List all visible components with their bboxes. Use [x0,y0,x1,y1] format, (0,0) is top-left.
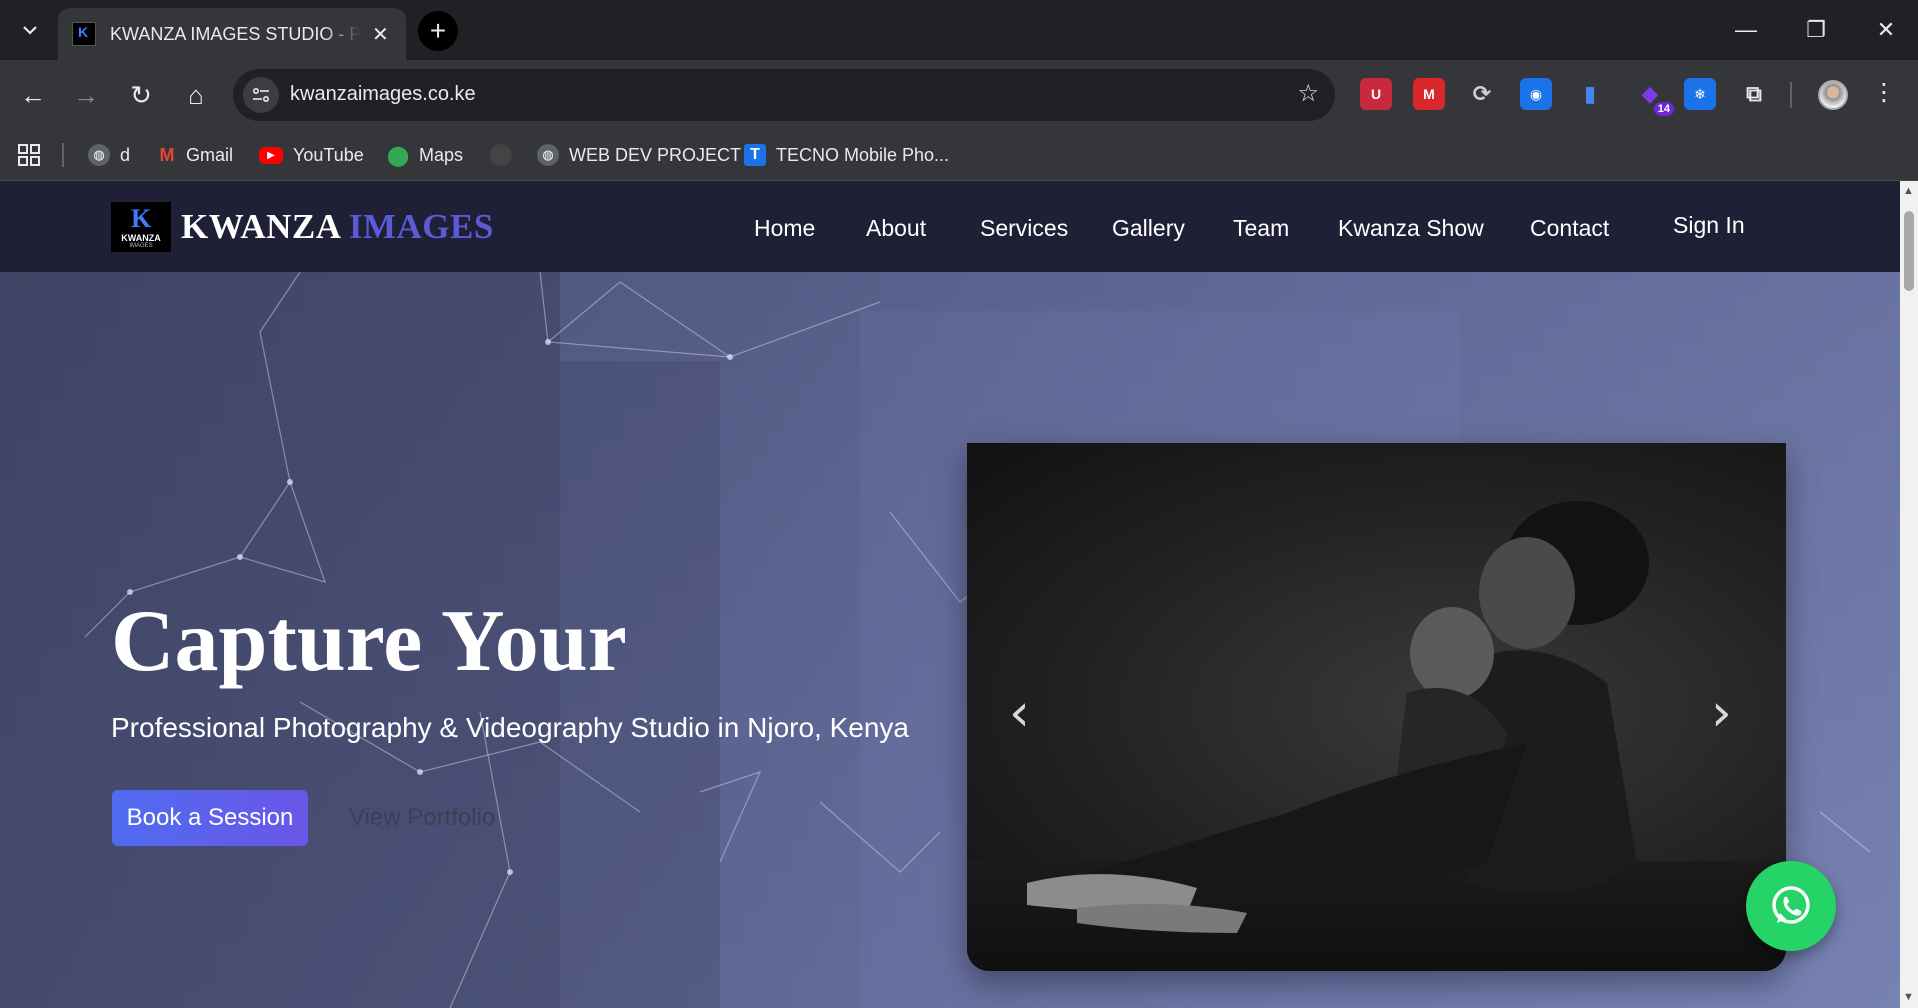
tab-active[interactable]: KWANZA IMAGES STUDIO - Pre ✕ [58,8,406,60]
brand-name[interactable]: KWANZA IMAGES [181,207,494,247]
bookmark-youtube[interactable]: ▶ YouTube [259,140,364,170]
logo-subtext: IMAGES [129,243,153,249]
nav-about[interactable]: About [866,215,926,242]
ublock-icon[interactable]: U [1360,78,1392,110]
notification-extension-icon[interactable]: ◆ 14 [1634,78,1674,116]
bookmark-star-icon[interactable]: ☆ [1297,79,1319,108]
browser-toolbar: ← → ↻ ⌂ kwanzaimages.co.ke ☆ U M ⟳ ◉ ▮ ◆… [0,60,1918,130]
logo-text: KWANZA [121,233,161,243]
bookmark-label: YouTube [293,144,364,165]
forward-button[interactable]: → [66,75,106,115]
book-session-button[interactable]: Book a Session [112,790,308,846]
carousel-next-icon[interactable]: › [1711,683,1732,743]
nav-gallery[interactable]: Gallery [1112,215,1185,242]
tab-title: KWANZA IMAGES STUDIO - Pre [110,23,361,44]
maps-pin-icon: ⬤ [386,144,410,167]
brand-part1: KWANZA [181,207,349,246]
hero-carousel: ‹ › [967,443,1786,971]
scroll-up-icon[interactable]: ▲ [1903,185,1914,197]
hero-title: Capture Your [111,593,627,690]
tab-search-chevron-icon[interactable] [14,14,46,46]
scroll-down-icon[interactable]: ▼ [1903,991,1914,1003]
carousel-prev-icon[interactable]: ‹ [1009,683,1030,743]
browser-chrome: KWANZA IMAGES STUDIO - Pre ✕ + — ❐ ✕ ← →… [0,0,1918,181]
clipboard-icon[interactable]: ▮ [1574,78,1606,110]
chrome-icon [490,144,512,166]
profile-avatar[interactable] [1818,80,1848,110]
bookmark-label: d [120,144,131,165]
youtube-icon: ▶ [259,146,283,164]
snowflake-icon[interactable]: ❄ [1684,78,1716,110]
view-portfolio-button[interactable]: View Portfolio [349,804,495,832]
gmail-icon: M [159,144,175,165]
restore-button[interactable]: ❐ [1796,10,1836,50]
page-scrollbar[interactable]: ▲ ▼ [1900,181,1918,1008]
tecno-icon: T [744,144,766,166]
toolbar-divider [1790,82,1792,108]
bookmark-label: Maps [419,144,464,165]
sign-in-link[interactable]: Sign In [1673,212,1745,239]
nav-services[interactable]: Services [980,215,1068,242]
url-text[interactable]: kwanzaimages.co.ke [290,83,476,106]
address-bar[interactable]: kwanzaimages.co.ke ☆ [233,69,1335,121]
scroll-thumb[interactable] [1904,211,1914,291]
whatsapp-button[interactable] [1746,861,1836,951]
minimize-button[interactable]: — [1726,10,1766,50]
bookmark-gmail[interactable]: M Gmail [156,140,234,170]
whatsapp-icon [1772,886,1810,924]
window-close-button[interactable]: ✕ [1866,10,1906,50]
reload-button[interactable]: ↻ [121,75,161,115]
logo-mark: K [131,204,152,233]
globe-icon: ◍ [537,144,559,166]
bookmark-tecno[interactable]: T TECNO Mobile Pho... [744,140,949,170]
bookmark-web-dev-project[interactable]: ◍ WEB DEV PROJECT [537,140,741,170]
hero-subtitle: Professional Photography & Videography S… [111,712,909,743]
site-navbar: K KWANZA IMAGES KWANZA IMAGES Home About… [0,181,1900,272]
bookmark-label: Gmail [186,144,234,165]
nav-contact[interactable]: Contact [1530,215,1609,242]
web-page: K KWANZA IMAGES KWANZA IMAGES Home About… [0,181,1900,1008]
bookmark-maps[interactable]: ⬤ Maps [387,140,463,170]
globe-icon: ◍ [88,144,110,166]
bookmarks-divider [62,143,64,167]
bookmark-label: TECNO Mobile Pho... [776,144,950,165]
extensions-puzzle-icon[interactable]: ⧉ [1738,78,1770,110]
new-tab-button[interactable]: + [418,11,458,51]
screen-capture-icon[interactable]: ◉ [1520,78,1552,110]
sync-icon[interactable]: ⟳ [1466,78,1498,110]
brand-part2: IMAGES [348,207,494,246]
site-info-tune-icon[interactable] [243,77,279,113]
bookmark-label: WEB DEV PROJECT [569,144,742,165]
bookmark-d[interactable]: ◍ d [88,140,130,170]
nav-team[interactable]: Team [1233,215,1289,242]
kwanza-favicon-icon [72,22,96,46]
bookmarks-bar: ◍ d M Gmail ▶ YouTube ⬤ Maps ◍ WEB DEV P… [0,130,1918,180]
tab-close-icon[interactable]: ✕ [369,22,392,47]
bookmark-chrome[interactable] [490,140,522,170]
extension-badge-count: 14 [1653,102,1674,116]
apps-grid-icon[interactable] [18,140,40,170]
back-button[interactable]: ← [13,75,53,115]
mother-and-child-photo [1027,501,1649,933]
kwanza-logo[interactable]: K KWANZA IMAGES [111,202,171,252]
browser-menu-icon[interactable]: ⋮ [1872,78,1896,107]
home-button[interactable]: ⌂ [176,75,216,115]
mendeley-icon[interactable]: M [1413,78,1445,110]
nav-home[interactable]: Home [754,215,815,242]
tab-strip: KWANZA IMAGES STUDIO - Pre ✕ + — ❐ ✕ [0,0,1918,60]
nav-kwanza-show[interactable]: Kwanza Show [1338,215,1484,242]
